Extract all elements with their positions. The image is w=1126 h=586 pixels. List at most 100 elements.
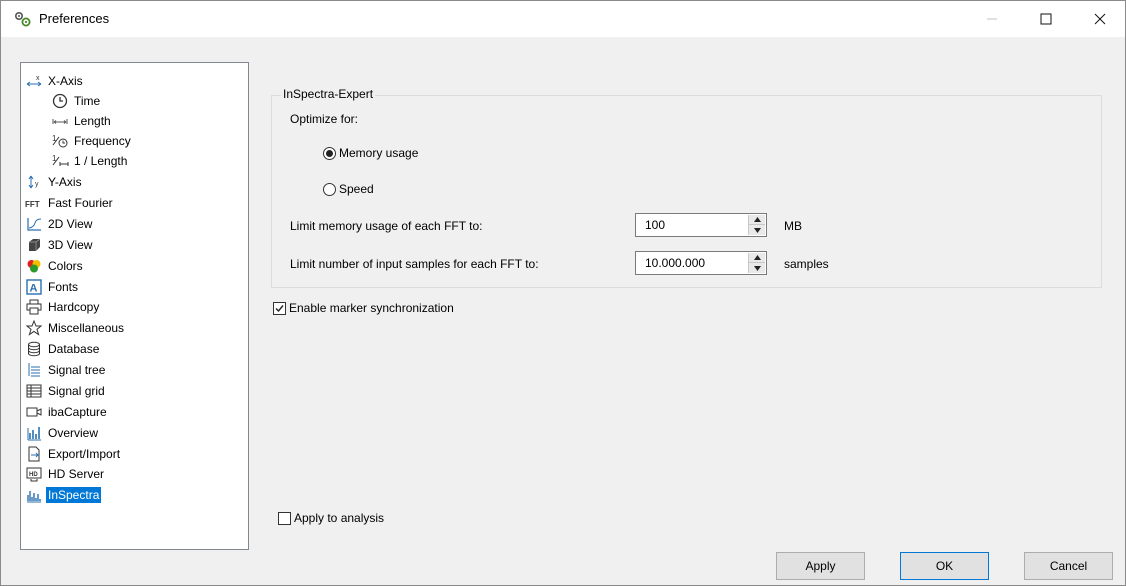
- tree-item-label: Miscellaneous: [48, 321, 125, 335]
- tree-item-label: Fonts: [48, 280, 79, 294]
- tree-item-time[interactable]: Time: [51, 91, 102, 111]
- tree-item-colors[interactable]: Colors: [25, 256, 85, 276]
- tree-item-label: Colors: [48, 259, 83, 273]
- tree-item-label: HD Server: [48, 467, 105, 481]
- x-axis-icon: x: [25, 73, 43, 89]
- tree-item-label: Y-Axis: [48, 175, 82, 189]
- svg-text:1: 1: [52, 134, 57, 143]
- tree-item-x-axis[interactable]: x X-Axis: [25, 71, 85, 91]
- apply-to-analysis-checkbox[interactable]: Apply to analysis: [278, 511, 384, 525]
- star-icon: [25, 320, 43, 336]
- cancel-button[interactable]: Cancel: [1024, 552, 1113, 580]
- tree-item-inspectra[interactable]: InSpectra: [25, 485, 102, 505]
- inspectra-icon: [25, 487, 43, 503]
- limit-memory-value: 100: [645, 218, 666, 232]
- spin-up-button[interactable]: [749, 215, 765, 225]
- svg-text:y: y: [35, 181, 39, 188]
- y-axis-icon: y: [25, 174, 43, 190]
- frequency-icon: 1: [51, 133, 69, 149]
- tree-item-label: ibaCapture: [48, 405, 107, 419]
- tree-item-frequency[interactable]: 1 Frequency: [51, 131, 133, 151]
- limit-memory-label: Limit memory usage of each FFT to:: [290, 219, 483, 233]
- tree-item-label: X-Axis: [48, 74, 83, 88]
- limit-memory-unit: MB: [784, 219, 802, 233]
- tree-item-label: InSpectra: [46, 487, 102, 503]
- tree-item-hardcopy[interactable]: Hardcopy: [25, 297, 101, 317]
- tree-item-signal-tree[interactable]: Signal tree: [25, 360, 107, 380]
- tree-item-label: 1 / Length: [74, 154, 128, 168]
- tree-item-3d-view[interactable]: 3D View: [25, 235, 94, 255]
- limit-samples-value: 10.000.000: [645, 256, 706, 270]
- tree-item-label: 2D View: [48, 217, 93, 231]
- tree-item-overview[interactable]: Overview: [25, 423, 100, 443]
- length-icon: [51, 113, 69, 129]
- ok-button[interactable]: OK: [900, 552, 989, 580]
- tree-item-y-axis[interactable]: y Y-Axis: [25, 172, 84, 192]
- title-bar[interactable]: Preferences: [1, 1, 1125, 37]
- tree-item-length[interactable]: Length: [51, 111, 113, 131]
- close-button[interactable]: [1077, 1, 1123, 37]
- checkbox-box: [278, 511, 291, 525]
- radio-speed[interactable]: Speed: [323, 182, 374, 196]
- spin-up-button[interactable]: [749, 253, 765, 263]
- tree-item-miscellaneous[interactable]: Miscellaneous: [25, 318, 126, 338]
- limit-samples-spinbox[interactable]: 10.000.000: [635, 251, 767, 275]
- clock-icon: [51, 93, 69, 109]
- minimize-button[interactable]: [969, 1, 1015, 37]
- checkmark-icon: [275, 304, 284, 312]
- tree-item-2d-view[interactable]: 2D View: [25, 214, 94, 234]
- tree-item-hd-server[interactable]: HD HD Server: [25, 464, 106, 484]
- svg-text:x: x: [36, 75, 40, 82]
- tree-item-inverse-length[interactable]: 1 1 / Length: [51, 151, 129, 171]
- checkbox-box: [273, 301, 286, 315]
- tree-item-label: Fast Fourier: [48, 196, 113, 210]
- gears-icon: [14, 11, 31, 27]
- tree-item-label: Length: [74, 114, 111, 128]
- tree-item-export-import[interactable]: Export/Import: [25, 444, 122, 464]
- maximize-button[interactable]: [1023, 1, 1069, 37]
- tree-item-database[interactable]: Database: [25, 339, 101, 359]
- apply-button[interactable]: Apply: [776, 552, 865, 580]
- tree-item-signal-grid[interactable]: Signal grid: [25, 381, 107, 401]
- window-title: Preferences: [39, 11, 110, 26]
- tree-item-fonts[interactable]: A Fonts: [25, 277, 80, 297]
- radio-label: Speed: [339, 182, 374, 196]
- spin-down-button[interactable]: [749, 263, 765, 273]
- tree-item-ibacapture[interactable]: ibaCapture: [25, 402, 109, 422]
- limit-samples-unit: samples: [784, 257, 829, 271]
- camera-icon: [25, 404, 43, 420]
- radio-memory-usage[interactable]: Memory usage: [323, 146, 418, 160]
- close-icon: [1094, 13, 1106, 25]
- export-import-icon: [25, 446, 43, 462]
- svg-text:A: A: [30, 283, 38, 295]
- checkbox-label: Apply to analysis: [294, 511, 385, 525]
- enable-marker-sync-checkbox[interactable]: Enable marker synchronization: [273, 301, 454, 315]
- signal-grid-icon: [25, 383, 43, 399]
- hd-server-icon: HD: [25, 466, 43, 482]
- overview-icon: [25, 425, 43, 441]
- inverse-length-icon: 1: [51, 153, 69, 169]
- radio-dot: [326, 149, 333, 157]
- limit-samples-label: Limit number of input samples for each F…: [290, 257, 539, 271]
- spin-down-button[interactable]: [749, 225, 765, 235]
- radio-circle: [323, 182, 336, 196]
- colors-icon: [25, 258, 43, 274]
- tree-item-label: Signal tree: [48, 363, 106, 377]
- maximize-icon: [1040, 13, 1052, 25]
- minimize-icon: [987, 18, 997, 20]
- tree-item-label: Signal grid: [48, 384, 105, 398]
- fonts-icon: A: [25, 279, 43, 295]
- tree-item-fast-fourier[interactable]: FFT Fast Fourier: [25, 193, 115, 213]
- preferences-tree[interactable]: x X-Axis Time Length 1 Frequency 1 1 / L…: [20, 62, 249, 550]
- 2d-view-icon: [25, 216, 43, 232]
- svg-text:FFT: FFT: [25, 200, 40, 209]
- checkbox-label: Enable marker synchronization: [289, 301, 454, 315]
- limit-memory-spinbox[interactable]: 100: [635, 213, 767, 237]
- chevron-down-icon: [753, 265, 761, 271]
- tree-item-label: Time: [74, 94, 101, 108]
- tree-item-label: Export/Import: [48, 447, 121, 461]
- preferences-window: Preferences x X-Axis Time Length 1 Frequ…: [0, 0, 1126, 586]
- svg-text:HD: HD: [29, 472, 38, 478]
- 3d-view-icon: [25, 237, 43, 253]
- chevron-up-icon: [753, 217, 761, 222]
